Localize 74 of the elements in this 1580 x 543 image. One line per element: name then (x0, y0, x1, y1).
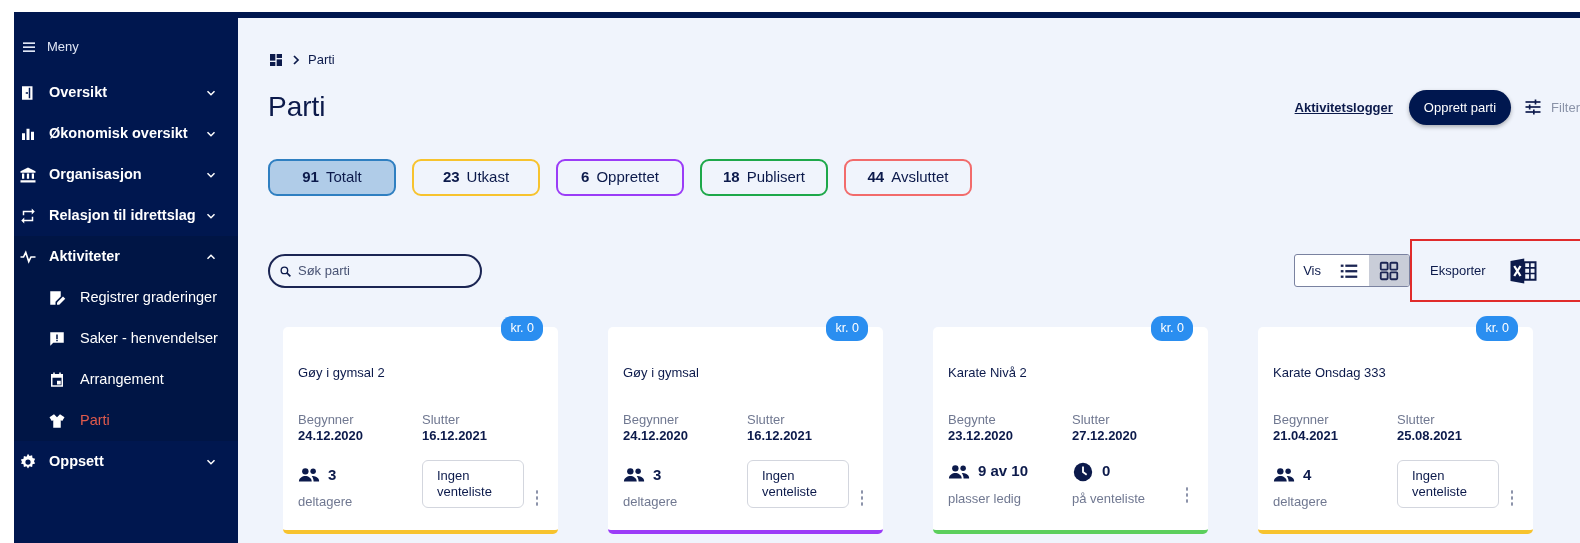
card-title: Gøy i gymsal (623, 364, 700, 382)
sidebar-item[interactable]: Oppsett (14, 441, 238, 482)
search-field[interactable]: Søk parti (268, 253, 482, 288)
count-label: plasser ledig (948, 491, 1022, 507)
date-label: Slutter (747, 412, 786, 428)
waitlist-button[interactable]: Ingen venteliste (1397, 460, 1499, 508)
breadcrumb-link[interactable]: Parti (308, 50, 335, 70)
status-filter[interactable]: 44 Avsluttet (844, 159, 972, 196)
date-value: 21.04.2021 (1273, 427, 1340, 445)
search-icon (279, 264, 292, 278)
waitlist-button[interactable]: Ingen venteliste (747, 460, 849, 508)
sidebar-item[interactable]: Økonomisk oversikt (14, 113, 238, 154)
date-label: Begynner (298, 412, 355, 428)
date-label: Slutter (422, 412, 461, 428)
date-label: Begynner (1273, 412, 1330, 428)
sidebar-item[interactable]: Organisasjon (14, 154, 238, 195)
card-title: Gøy i gymsal 2 (298, 364, 386, 382)
export-button[interactable]: Eksporter (1430, 260, 1486, 281)
status-filter[interactable]: 6 Opprettet (556, 159, 684, 196)
activity-log-link[interactable]: Aktivitetslogger (1294, 97, 1393, 117)
sliders-icon (1523, 97, 1544, 118)
chevron-right-icon (290, 53, 302, 66)
view-label: Vis (1302, 261, 1322, 280)
date-label: Slutter (1072, 412, 1111, 428)
status-filter[interactable]: 91 Totalt (268, 159, 396, 196)
message-icon (48, 329, 66, 348)
settings-icon (19, 452, 37, 471)
waitlist-button[interactable]: Ingen venteliste (422, 460, 524, 508)
waitlist-label: på venteliste (1072, 491, 1146, 507)
grid-view-button[interactable] (1369, 255, 1409, 286)
sidebar-subitem[interactable]: Arrangement (14, 359, 238, 400)
menu-label[interactable]: Meny (47, 37, 79, 57)
bank-icon (19, 165, 37, 184)
page-title: Parti (268, 90, 326, 125)
price-badge: kr. 0 (1476, 316, 1518, 341)
price-badge: kr. 0 (826, 316, 868, 341)
count-label: deltagere (298, 494, 354, 510)
participant-count: 3 (653, 464, 662, 485)
sidebar-item[interactable]: Aktiviteter (14, 236, 238, 277)
date-label: Begynner (623, 412, 680, 428)
status-filter[interactable]: 18 Publisert (700, 159, 828, 196)
date-value: 23.12.2020 (948, 427, 1015, 445)
sidebar-subitem[interactable]: Parti (14, 400, 238, 441)
menu-icon (21, 39, 37, 55)
date-value: 25.08.2021 (1397, 427, 1463, 445)
grid-icon (1378, 259, 1400, 282)
participant-count: 9 av 10 (978, 461, 1029, 482)
price-badge: kr. 0 (501, 316, 543, 341)
count-label: deltagere (1273, 494, 1329, 510)
price-badge: kr. 0 (1151, 316, 1193, 341)
count-label: deltagere (623, 494, 679, 510)
date-label: Slutter (1397, 412, 1436, 428)
sidebar-subitem[interactable]: Saker - henvendelser (14, 318, 238, 359)
calendar-icon (48, 370, 66, 389)
participant-count: 3 (328, 464, 337, 485)
clock-icon (1072, 460, 1094, 483)
card-title: Karate Onsdag 333 (1273, 364, 1387, 382)
participant-count: 4 (1303, 464, 1312, 485)
sidebar-subitem[interactable]: Registrer graderinger (14, 277, 238, 318)
dashboard-icon (268, 51, 284, 68)
date-value: 24.12.2020 (623, 427, 690, 445)
date-value: 27.12.2020 (1072, 427, 1138, 445)
date-value: 16.12.2021 (422, 427, 488, 445)
date-value: 16.12.2021 (747, 427, 813, 445)
waitlist-count: 0 (1102, 461, 1111, 482)
create-button[interactable]: Opprett parti (1408, 89, 1512, 125)
edit-icon (48, 288, 66, 307)
status-filter[interactable]: 23 Utkast (412, 159, 540, 196)
date-value: 24.12.2020 (298, 427, 365, 445)
cycle-icon (19, 206, 37, 225)
card-title: Karate Nivå 2 (948, 364, 1028, 382)
sidebar-item[interactable]: Relasjon til idrettslag (14, 195, 238, 236)
date-label: Begynte (948, 412, 997, 428)
sidebar-item[interactable]: Oversikt (14, 72, 238, 113)
